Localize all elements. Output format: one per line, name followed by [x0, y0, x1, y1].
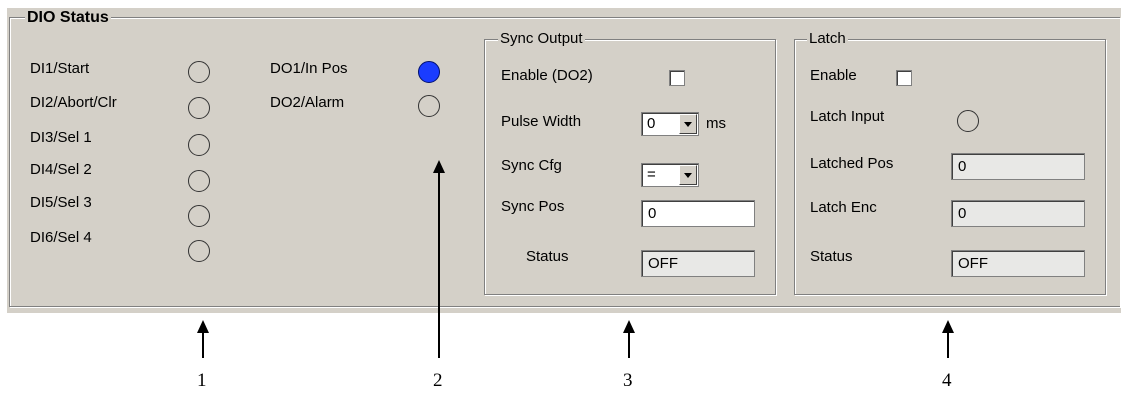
sync-output-title: Sync Output [498, 30, 585, 47]
callout-number-2: 2 [433, 370, 443, 391]
latched-pos-field: 0 [951, 153, 1085, 180]
input-led-di3 [188, 134, 210, 156]
sync-pos-label: Sync Pos [501, 198, 565, 215]
latch-title: Latch [807, 30, 848, 47]
pulse-width-unit: ms [706, 115, 726, 132]
input-led-di1 [188, 61, 210, 83]
pulse-width-value: 0 [647, 115, 656, 132]
sync-pos-input[interactable]: 0 [641, 200, 755, 227]
input-label-di6: DI6/Sel 4 [30, 229, 92, 246]
latch-status-field: OFF [951, 250, 1085, 277]
callout-arrow-1 [202, 332, 204, 358]
pulse-width-select[interactable]: 0 [641, 112, 699, 136]
sync-enable-checkbox[interactable] [669, 70, 685, 86]
sync-cfg-label: Sync Cfg [501, 157, 562, 174]
pulse-width-label: Pulse Width [501, 113, 582, 130]
dio-panel: DIO Status DI1/Start DI2/Abort/Clr DI3/S… [7, 8, 1121, 313]
callout-number-3: 3 [623, 370, 633, 391]
chevron-down-icon[interactable] [679, 114, 697, 134]
output-label-do1: DO1/In Pos [270, 60, 348, 77]
output-led-do2 [418, 95, 440, 117]
input-led-di2 [188, 97, 210, 119]
input-led-di4 [188, 170, 210, 192]
sync-cfg-select[interactable]: = [641, 163, 699, 187]
callout-arrow-3 [628, 332, 630, 358]
latch-input-label: Latch Input [810, 108, 885, 125]
callout-number-1: 1 [197, 370, 207, 391]
input-label-di5: DI5/Sel 3 [30, 194, 92, 211]
latched-pos-label: Latched Pos [810, 155, 894, 172]
latch-input-led [957, 110, 979, 132]
latch-status-label: Status [810, 248, 853, 265]
input-led-di5 [188, 205, 210, 227]
output-label-do2: DO2/Alarm [270, 94, 345, 111]
callout-arrow-4 [947, 332, 949, 358]
callout-arrow-2 [438, 172, 440, 358]
latch-enc-label: Latch Enc [810, 199, 877, 216]
latch-enc-field: 0 [951, 200, 1085, 227]
callout-number-4: 4 [942, 370, 952, 391]
output-led-do1 [418, 61, 440, 83]
sync-status-label: Status [526, 248, 569, 265]
latch-enable-checkbox[interactable] [896, 70, 912, 86]
input-label-di1: DI1/Start [30, 60, 90, 77]
chevron-down-icon[interactable] [679, 165, 697, 185]
sync-cfg-value: = [647, 166, 656, 183]
input-led-di6 [188, 240, 210, 262]
input-label-di4: DI4/Sel 2 [30, 161, 92, 178]
sync-enable-label: Enable (DO2) [501, 67, 593, 84]
dio-status-title: DIO Status [25, 9, 111, 26]
sync-status-field: OFF [641, 250, 755, 277]
latch-enable-label: Enable [810, 67, 857, 84]
input-label-di3: DI3/Sel 1 [30, 129, 92, 146]
input-label-di2: DI2/Abort/Clr [30, 94, 117, 111]
